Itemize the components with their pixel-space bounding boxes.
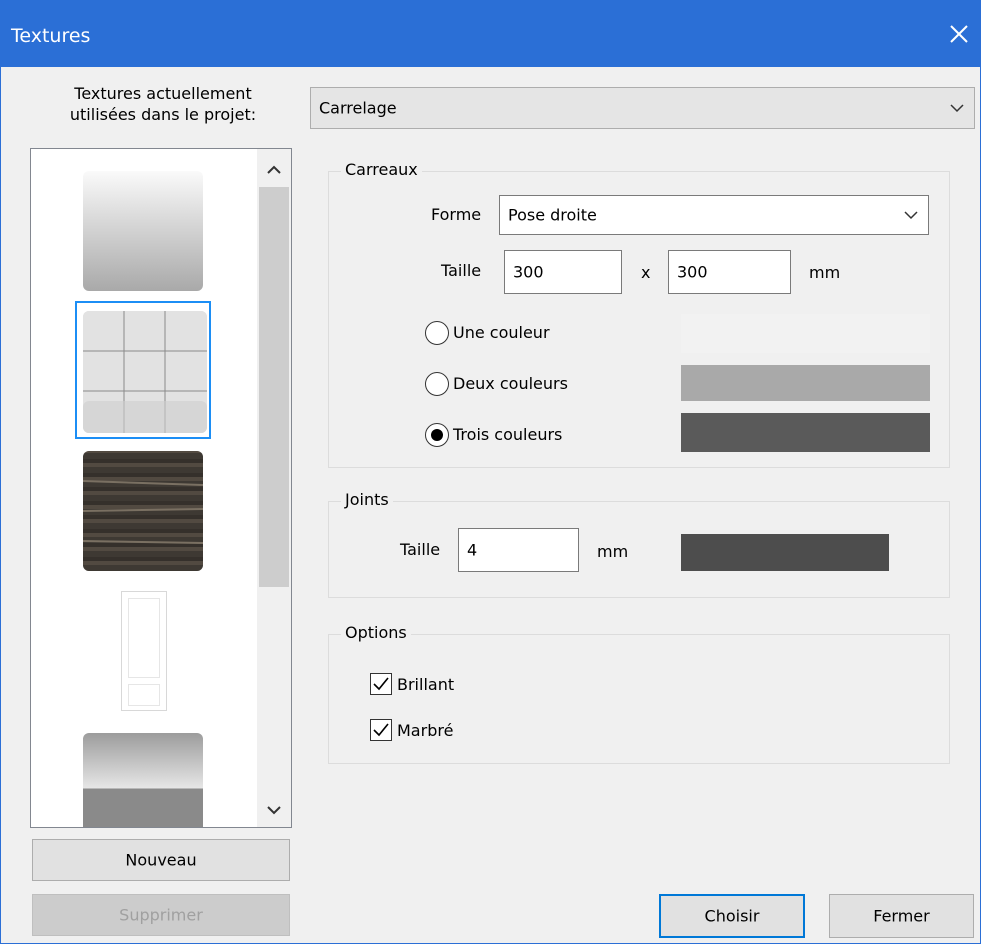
- textures-list-label: Textures actuellement utilisées dans le …: [69, 84, 257, 124]
- texture-type-select[interactable]: Carrelage: [310, 87, 975, 129]
- texture-list[interactable]: [30, 148, 292, 828]
- joint-size-input[interactable]: 4: [458, 528, 579, 572]
- scroll-thumb[interactable]: [259, 187, 289, 587]
- delete-button[interactable]: Supprimer: [32, 894, 290, 936]
- window-title: Textures: [11, 25, 91, 47]
- tiles-group-title: Carreaux: [341, 160, 422, 179]
- title-bar: Textures: [1, 1, 980, 67]
- tile-size-label: Taille: [441, 261, 482, 280]
- texture-item-door[interactable]: [121, 591, 167, 711]
- texture-list-scrollbar[interactable]: [257, 149, 291, 827]
- tile-size-unit: mm: [809, 263, 841, 282]
- joint-size-label: Taille: [400, 540, 441, 559]
- two-colors-radio[interactable]: [425, 372, 449, 396]
- one-color-label[interactable]: Une couleur: [453, 323, 550, 342]
- joints-group-title: Joints: [341, 490, 393, 509]
- texture-item-stone[interactable]: [83, 451, 203, 571]
- checkmark-icon: [373, 723, 389, 737]
- close-icon[interactable]: [944, 19, 974, 49]
- texture-item-tiles: [83, 311, 207, 433]
- brillant-checkbox[interactable]: [370, 673, 392, 695]
- shape-label: Forme: [431, 205, 482, 224]
- marbre-checkbox[interactable]: [370, 719, 392, 741]
- tile-width-input[interactable]: 300: [504, 250, 622, 294]
- options-group-title: Options: [341, 623, 411, 642]
- two-colors-label[interactable]: Deux couleurs: [453, 374, 568, 393]
- brillant-label[interactable]: Brillant: [397, 675, 454, 694]
- options-group: Options: [328, 623, 950, 764]
- scroll-down-icon[interactable]: [265, 803, 283, 817]
- choose-button[interactable]: Choisir: [659, 894, 805, 938]
- shape-select[interactable]: Pose droite: [499, 195, 929, 235]
- joint-size-unit: mm: [597, 542, 629, 561]
- tile-height-input[interactable]: 300: [668, 250, 791, 294]
- one-color-radio[interactable]: [425, 321, 449, 345]
- scroll-up-icon[interactable]: [265, 163, 283, 177]
- chevron-down-icon: [950, 104, 964, 113]
- stone-wall-icon: [83, 451, 203, 571]
- three-colors-radio[interactable]: [425, 423, 449, 447]
- dimension-separator: x: [641, 263, 651, 282]
- color-swatch-2[interactable]: [681, 365, 930, 401]
- close-button[interactable]: Fermer: [829, 894, 974, 938]
- three-colors-label[interactable]: Trois couleurs: [453, 425, 562, 444]
- tile-grid-icon: [83, 311, 207, 433]
- joint-color-swatch[interactable]: [681, 534, 889, 571]
- texture-type-value: Carrelage: [319, 98, 397, 118]
- shape-value: Pose droite: [508, 205, 597, 225]
- checkmark-icon: [373, 677, 389, 691]
- new-button[interactable]: Nouveau: [32, 839, 290, 881]
- color-swatch-3[interactable]: [681, 413, 930, 452]
- color-swatch-1[interactable]: [681, 314, 930, 353]
- textures-dialog: Textures Textures actuellement utilisées…: [0, 0, 981, 944]
- marbre-label[interactable]: Marbré: [397, 721, 453, 740]
- texture-item-wall[interactable]: [83, 733, 203, 827]
- chevron-down-icon: [904, 211, 918, 220]
- texture-item-gradient[interactable]: [83, 171, 203, 291]
